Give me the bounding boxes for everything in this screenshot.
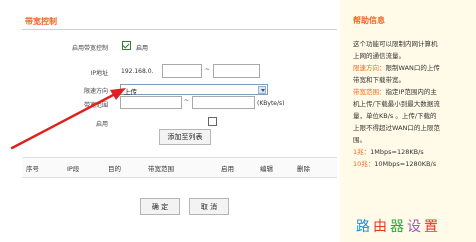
- help-term: 带宽范围：: [353, 88, 386, 96]
- help-text: 上限不得超过WAN口的上限范: [353, 124, 440, 132]
- watermark-char: 置: [424, 219, 441, 235]
- help-text: 限制WAN口的上传: [385, 64, 440, 72]
- help-text: 这个功能可以限制内网计算机: [353, 40, 438, 48]
- help-text: 带宽范围：指定IP范围内的主: [353, 86, 437, 96]
- help-title: 帮助信息: [353, 16, 385, 25]
- help-text: 1兆：1Mbps=128KB/s: [353, 146, 424, 156]
- help-text: 1Mbps=128KB/s: [370, 148, 424, 156]
- watermark-char: 设: [407, 219, 424, 235]
- help-text: 10Mbps=1280KB/s: [374, 160, 437, 168]
- help-text: 围。: [353, 136, 366, 144]
- help-text: 量，单位KB/s 。上传/下载的: [353, 112, 437, 120]
- help-term: 1兆：: [353, 148, 371, 156]
- help-text: 机上传/下载最小到最大数据流: [353, 100, 440, 108]
- help-text: 10兆：10Mbps=1280KB/s: [353, 158, 436, 168]
- help-panel: [340, 0, 476, 242]
- help-text: 带宽和下载带宽。: [353, 76, 405, 84]
- help-text: 限速方向：限制WAN口的上传: [353, 62, 440, 72]
- help-term: 限速方向：: [353, 64, 386, 72]
- watermark-char: 器: [390, 219, 407, 235]
- help-text: 上网的通信流量。: [353, 52, 405, 60]
- watermark-char: 由: [373, 219, 390, 235]
- watermark-logo: 路由器设置: [356, 216, 441, 236]
- help-text: 指定IP范围内的主: [385, 88, 437, 96]
- help-term: 10兆：: [353, 160, 375, 168]
- watermark-char: 路: [356, 219, 373, 235]
